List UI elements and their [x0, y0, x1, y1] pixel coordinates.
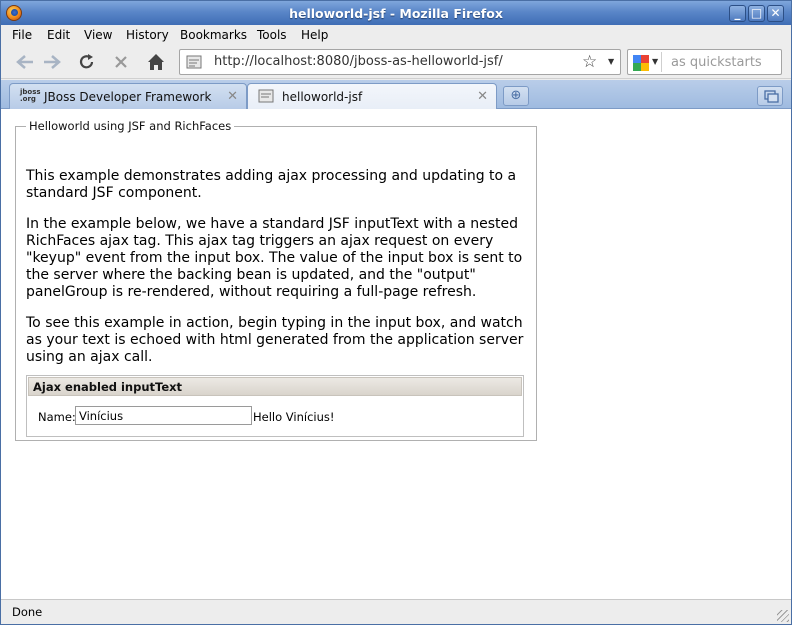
menu-tools[interactable]: Tools — [257, 28, 287, 42]
page-content: Helloworld using JSF and RichFaces This … — [1, 109, 791, 599]
stop-button[interactable] — [107, 49, 135, 75]
status-text: Done — [12, 605, 43, 619]
explanation-paragraph: In the example below, we have a standard… — [26, 216, 523, 300]
tab-strip: jboss .org JBoss Developer Framework ✕ h… — [1, 80, 791, 110]
search-engine-dropdown-icon[interactable]: ▼ — [652, 57, 658, 66]
tab-jboss-developer-framework[interactable]: jboss .org JBoss Developer Framework ✕ — [9, 83, 247, 109]
menu-help[interactable]: Help — [301, 28, 328, 42]
maximize-button[interactable]: □ — [748, 5, 765, 22]
forward-button[interactable] — [38, 49, 66, 75]
reload-icon — [79, 54, 94, 69]
new-tab-button[interactable]: ⊕ — [503, 86, 529, 106]
hello-output: Hello Vinícius! — [253, 410, 335, 424]
close-window-button[interactable]: ✕ — [767, 5, 784, 22]
fieldset-legend: Helloworld using JSF and RichFaces — [29, 119, 232, 133]
name-input[interactable] — [75, 406, 252, 425]
navigation-toolbar: http://localhost:8080/jboss-as-helloworl… — [1, 45, 791, 79]
menu-bookmarks[interactable]: Bookmarks — [180, 28, 247, 42]
minimize-button[interactable]: _ — [729, 5, 746, 22]
instructions-paragraph: To see this example in action, begin typ… — [26, 315, 524, 365]
status-bar: Done — [1, 599, 791, 624]
tab-label: JBoss Developer Framework — [44, 90, 212, 104]
site-identity-icon[interactable] — [186, 55, 202, 69]
bookmark-star-icon[interactable]: ☆ — [582, 52, 597, 72]
title-bar: helloworld-jsf - Mozilla Firefox _ □ ✕ — [1, 1, 791, 25]
search-bar[interactable]: ▼ as quickstarts — [627, 49, 782, 75]
browser-window: helloworld-jsf - Mozilla Firefox _ □ ✕ F… — [0, 0, 792, 625]
menu-view[interactable]: View — [84, 28, 112, 42]
forward-arrow-icon — [44, 55, 61, 69]
home-button[interactable] — [142, 49, 170, 75]
helloworld-fieldset: Helloworld using JSF and RichFaces This … — [15, 119, 537, 441]
search-placeholder[interactable]: as quickstarts — [671, 55, 762, 70]
list-all-tabs-button[interactable] — [757, 86, 783, 106]
menu-history[interactable]: History — [126, 28, 169, 42]
intro-paragraph: This example demonstrates adding ajax pr… — [26, 168, 517, 201]
resize-grip-icon[interactable] — [777, 610, 789, 622]
back-button[interactable] — [11, 49, 39, 75]
ajax-panel-header: Ajax enabled inputText — [28, 377, 522, 396]
reload-button[interactable] — [73, 49, 101, 75]
plus-icon: ⊕ — [510, 88, 522, 103]
tab-close-icon[interactable]: ✕ — [227, 89, 238, 104]
tab-label: helloworld-jsf — [282, 90, 363, 104]
url-history-dropdown-icon[interactable]: ▼ — [608, 57, 614, 66]
url-bar[interactable]: http://localhost:8080/jboss-as-helloworl… — [179, 49, 621, 75]
google-icon[interactable] — [633, 55, 649, 71]
menu-edit[interactable]: Edit — [47, 28, 70, 42]
stop-icon — [115, 56, 127, 68]
jboss-org-icon: jboss .org — [20, 88, 41, 103]
window-title: helloworld-jsf - Mozilla Firefox — [289, 6, 503, 21]
name-label: Name: — [38, 410, 76, 424]
back-arrow-icon — [16, 55, 33, 69]
tab-close-icon[interactable]: ✕ — [477, 89, 488, 104]
tab-helloworld-jsf[interactable]: helloworld-jsf ✕ — [247, 83, 497, 110]
tabs-list-icon — [764, 90, 779, 103]
menu-bar: File Edit View History Bookmarks Tools H… — [1, 25, 791, 45]
page-icon — [258, 89, 274, 103]
menu-file[interactable]: File — [12, 28, 32, 42]
home-icon — [148, 54, 164, 70]
ajax-panel: Ajax enabled inputText Name: Hello Viníc… — [26, 375, 524, 437]
url-text[interactable]: http://localhost:8080/jboss-as-helloworl… — [214, 54, 503, 69]
